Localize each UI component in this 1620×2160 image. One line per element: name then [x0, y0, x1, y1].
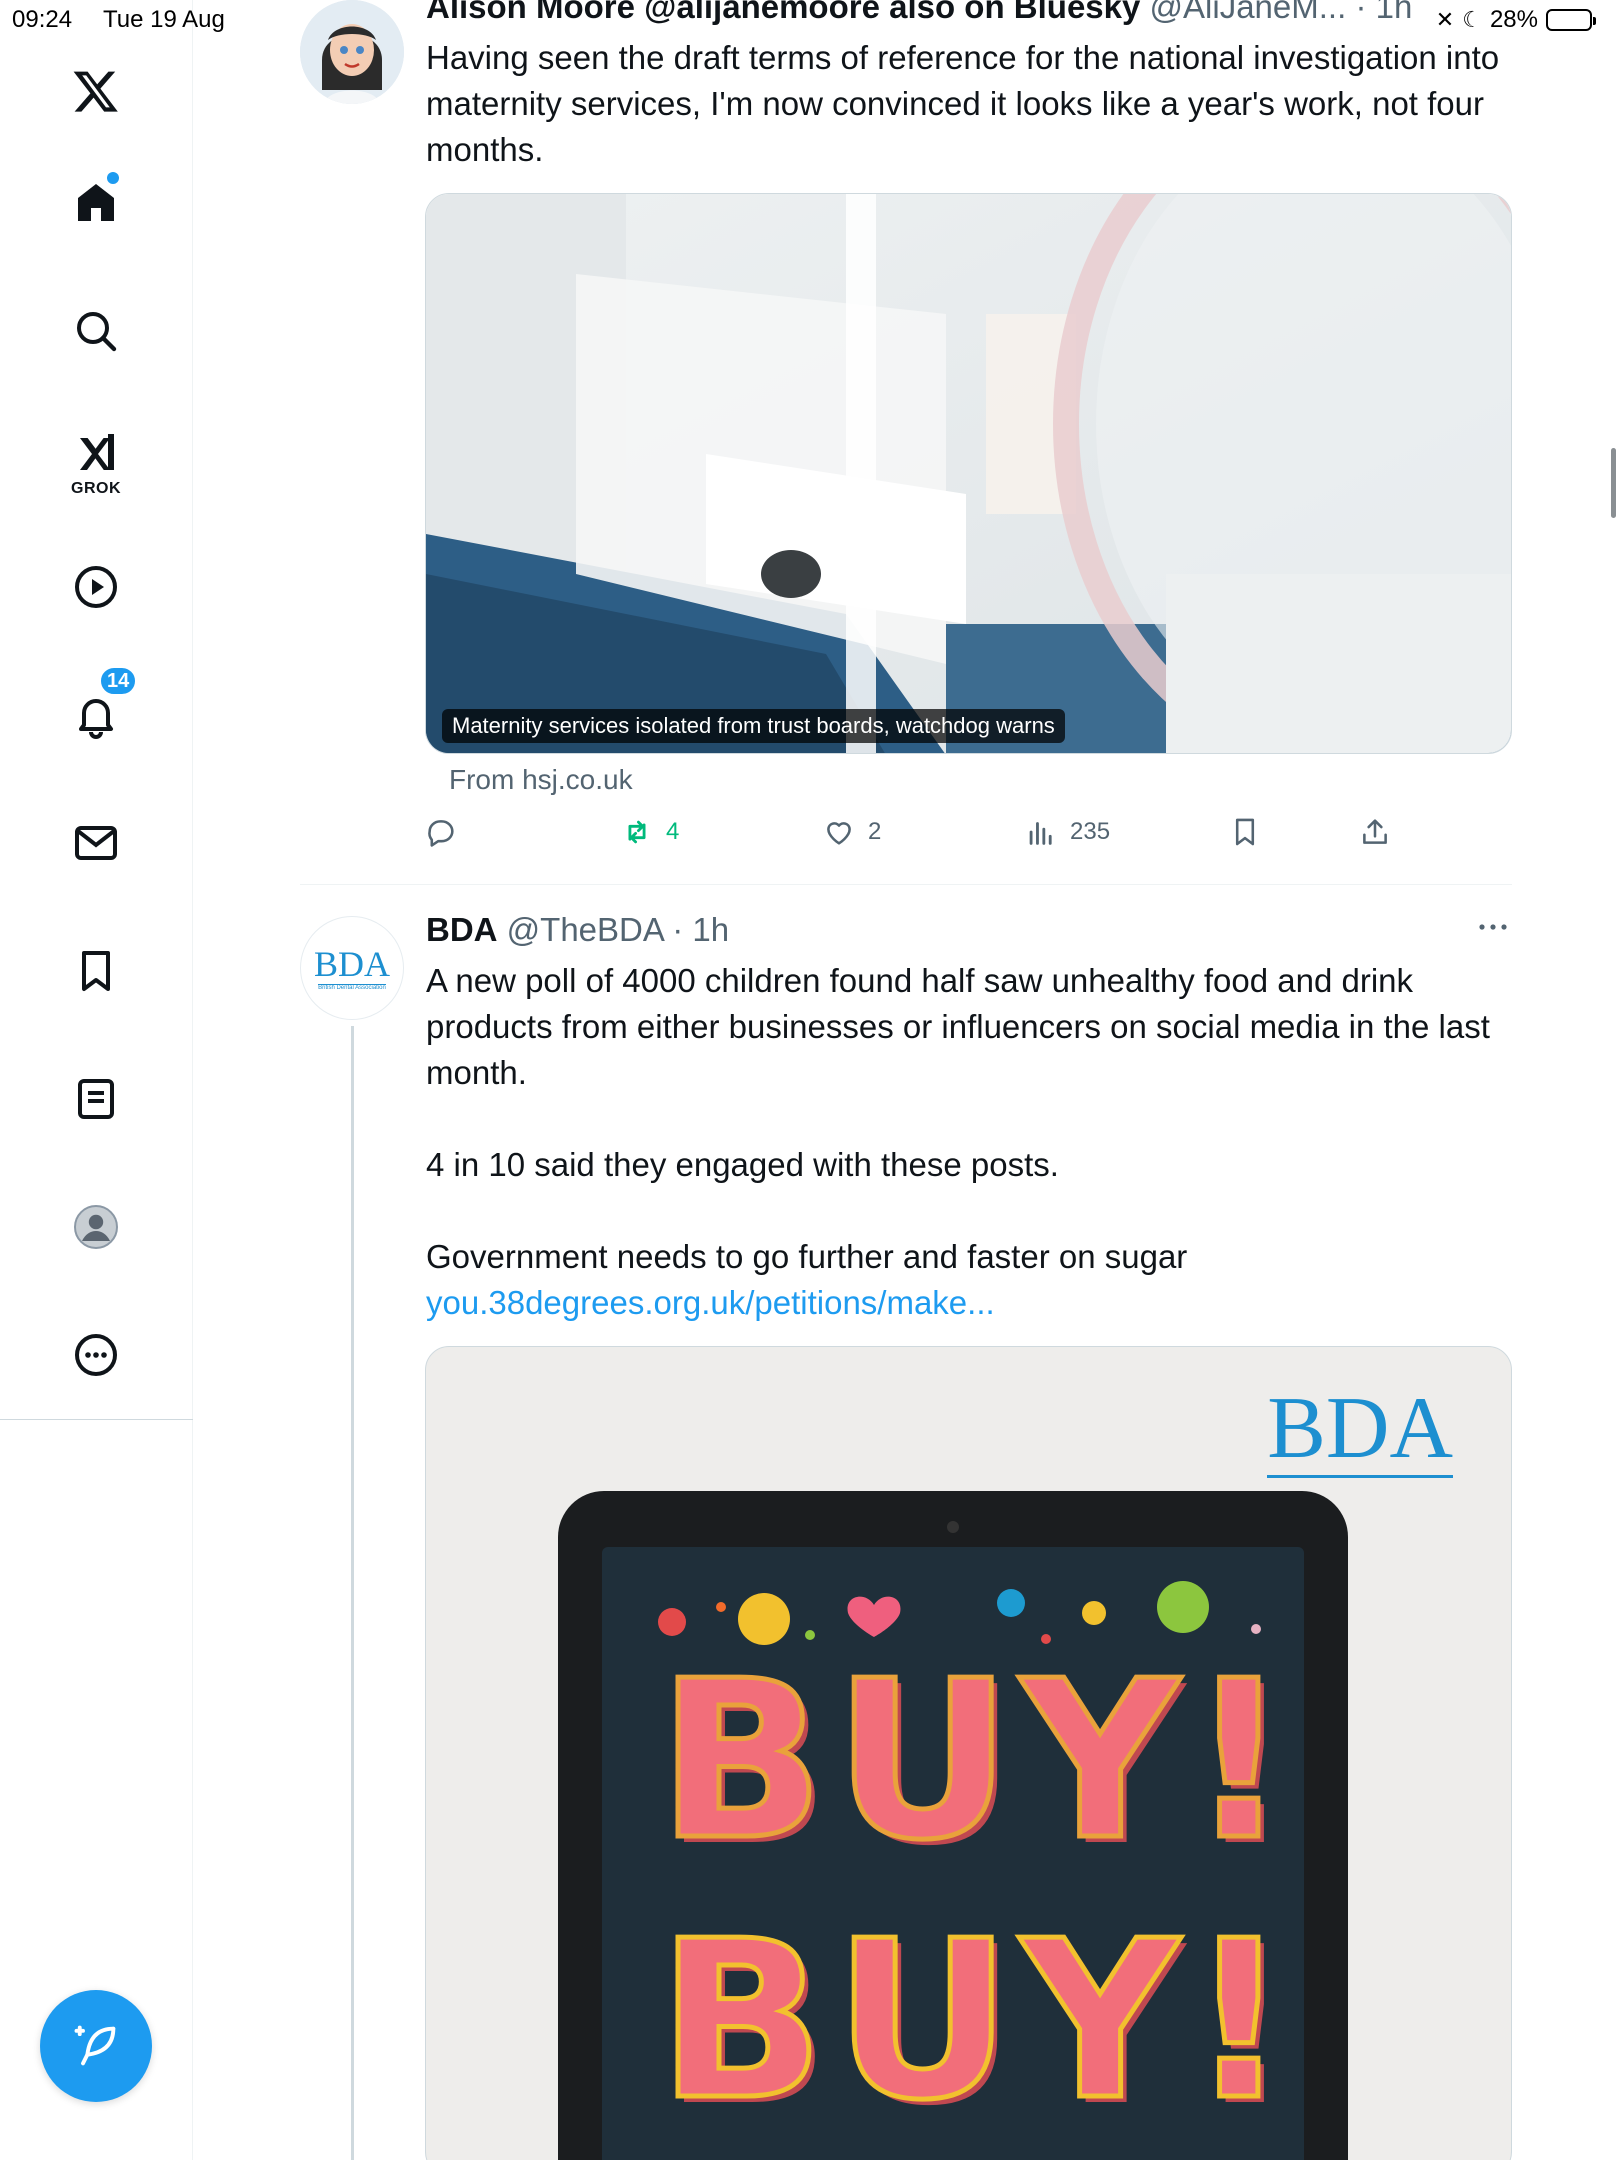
retweet-count: 4: [666, 818, 680, 845]
tweet-body: A new poll of 4000 children found half s…: [426, 958, 1516, 1326]
views-count: 235: [1070, 818, 1111, 845]
share-icon: [1363, 819, 1387, 844]
sidebar-item-search[interactable]: [55, 290, 137, 372]
image-headline-bottom: BUY!: [655, 1895, 1299, 2148]
home-icon: [78, 184, 114, 221]
timestamp[interactable]: · 1h: [672, 911, 729, 948]
bookmark-icon: [82, 951, 110, 991]
card-caption: Maternity services isolated from trust b…: [442, 709, 1065, 743]
display-name[interactable]: BDA: [426, 911, 498, 948]
search-icon: [77, 312, 117, 352]
scrollbar-thumb[interactable]: [1611, 448, 1616, 518]
card-source[interactable]: From hsj.co.uk: [449, 764, 633, 796]
image-headline-top: BUY!: [655, 1635, 1299, 1888]
app-root: 09:24 Tue 19 Aug ✕ ☾ 28% GROK 14 Alison …: [0, 0, 1620, 2160]
views-button[interactable]: 235: [1024, 815, 1110, 849]
sidebar-item-grok[interactable]: GROK: [55, 418, 137, 500]
tweet-text: Having seen the draft terms of reference…: [426, 39, 1500, 168]
like-button[interactable]: 2: [822, 815, 881, 849]
tweet-paragraph-2: 4 in 10 said they engaged with these pos…: [426, 1146, 1059, 1183]
bda-avatar-subtext: British Dental Association: [318, 983, 386, 991]
play-icon: [75, 566, 117, 608]
sidebar-item-more[interactable]: [55, 1314, 137, 1396]
sidebar-item-profile[interactable]: [55, 1186, 137, 1268]
battery-percent: 28%: [1489, 6, 1538, 33]
more-circle-icon: [75, 1334, 117, 1376]
status-time: 09:24: [12, 6, 73, 33]
profile-avatar-icon: [74, 1205, 118, 1249]
status-date: Tue 19 Aug: [103, 6, 225, 33]
sidebar: GROK 14: [0, 0, 193, 2160]
retweet-button[interactable]: 4: [620, 815, 679, 849]
notification-badge: 14: [99, 666, 138, 696]
handle[interactable]: @TheBDA: [507, 911, 663, 948]
sidebar-item-videos[interactable]: [55, 546, 137, 628]
sidebar-item-notifications[interactable]: 14: [55, 666, 138, 756]
timeline: Alison Moore @alijanemoore also on Blues…: [194, 0, 1620, 2160]
battery-icon: [1546, 9, 1596, 31]
bda-avatar-logo: BDA: [313, 943, 390, 984]
like-count: 2: [868, 818, 882, 845]
bookmark-icon: [1235, 818, 1255, 846]
heart-icon: [827, 822, 851, 845]
avatar[interactable]: BDA British Dental Association: [300, 916, 404, 1020]
reply-icon: [428, 820, 454, 847]
tweet-image[interactable]: BDA BUY! BUY!: [425, 1346, 1512, 2160]
sidebar-divider: [0, 1419, 193, 1420]
link-card-image[interactable]: Maternity services isolated from trust b…: [425, 193, 1512, 754]
wifi-off-icon: ✕: [1435, 7, 1455, 32]
sidebar-item-bookmarks[interactable]: [55, 930, 137, 1012]
tweet-paragraph-1: A new poll of 4000 children found half s…: [426, 962, 1490, 1091]
home-unread-dot: [107, 172, 119, 184]
compose-post-button[interactable]: [40, 1990, 152, 2102]
x-logo-icon[interactable]: [55, 50, 137, 132]
lists-icon: [78, 1079, 114, 1119]
compose-feather-icon: [74, 2025, 116, 2066]
petition-link[interactable]: you.38degrees.org.uk/petitions/make...: [426, 1280, 1516, 1326]
tweet-actions: 4 2 235: [424, 815, 1514, 863]
grok-icon: [80, 434, 114, 470]
incubator-photo: [426, 194, 1511, 753]
thread-line: [351, 1026, 354, 2160]
tweet-paragraph-3: Government needs to go further and faste…: [426, 1238, 1188, 1275]
sidebar-item-messages[interactable]: [55, 802, 137, 884]
status-bar: 09:24 Tue 19 Aug ✕ ☾ 28%: [0, 0, 1620, 40]
x-logo-svg: [73, 71, 118, 112]
retweet-icon: [628, 820, 646, 844]
sidebar-item-lists[interactable]: [55, 1058, 137, 1140]
moon-icon: ☾: [1462, 7, 1482, 32]
reply-button[interactable]: [424, 815, 470, 849]
share-button[interactable]: [1358, 815, 1392, 849]
bell-icon: [79, 699, 113, 739]
ellipsis-icon: [1479, 924, 1507, 930]
tweet-more-button[interactable]: [1478, 920, 1508, 938]
tweet-header: BDA @TheBDA · 1h: [426, 911, 729, 949]
tweet-divider: [300, 884, 1512, 885]
bookmark-button[interactable]: [1228, 815, 1262, 849]
views-icon: [1029, 822, 1052, 845]
mail-icon: [75, 826, 117, 860]
sidebar-item-home[interactable]: [55, 162, 137, 244]
status-right: ✕ ☾ 28%: [1435, 6, 1596, 34]
grok-label: GROK: [71, 480, 121, 497]
